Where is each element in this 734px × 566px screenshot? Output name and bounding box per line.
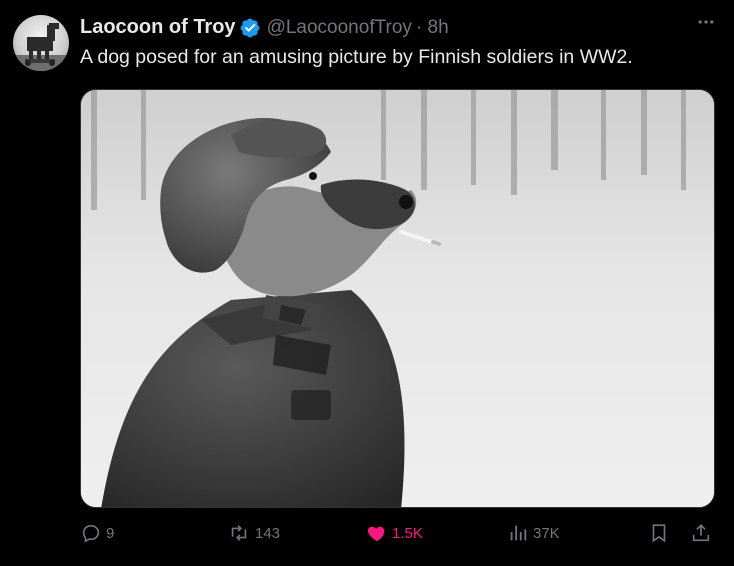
tweet-text: A dog posed for an amusing picture by Fi… <box>80 46 633 68</box>
share-icon <box>692 524 710 542</box>
reply-button[interactable]: 9 <box>80 522 114 544</box>
reply-count: 9 <box>106 524 115 542</box>
like-count: 1.5K <box>392 524 423 542</box>
like-icon <box>367 526 385 542</box>
tweet-actions: 9 143 1.5K 37K <box>0 522 734 556</box>
share-button[interactable] <box>690 522 712 544</box>
repost-count: 143 <box>255 524 281 542</box>
like-button[interactable]: 1.5K <box>366 522 423 544</box>
trojan-horse-avatar-image <box>13 23 69 71</box>
dog-soldier-photo <box>81 90 714 507</box>
repost-button[interactable]: 143 <box>227 522 280 544</box>
repost-icon <box>231 525 247 541</box>
tweet-header: Laocoon of Troy @LaocoonofTroy · 8h <box>80 16 449 39</box>
views-count: 37K <box>533 524 560 542</box>
tweet-photo[interactable] <box>80 89 715 508</box>
author-display-name[interactable]: Laocoon of Troy <box>80 16 236 39</box>
more-icon <box>698 20 714 24</box>
verified-icon <box>239 17 261 39</box>
bookmark-icon <box>652 524 666 543</box>
avatar[interactable] <box>13 15 69 71</box>
views-button[interactable]: 37K <box>507 522 560 544</box>
bookmark-button[interactable] <box>648 522 670 544</box>
more-options-button[interactable] <box>696 12 716 38</box>
reply-icon <box>82 525 100 543</box>
author-handle[interactable]: @LaocoonofTroy <box>267 17 412 39</box>
views-icon <box>510 525 527 541</box>
post-time[interactable]: · 8h <box>416 17 449 39</box>
